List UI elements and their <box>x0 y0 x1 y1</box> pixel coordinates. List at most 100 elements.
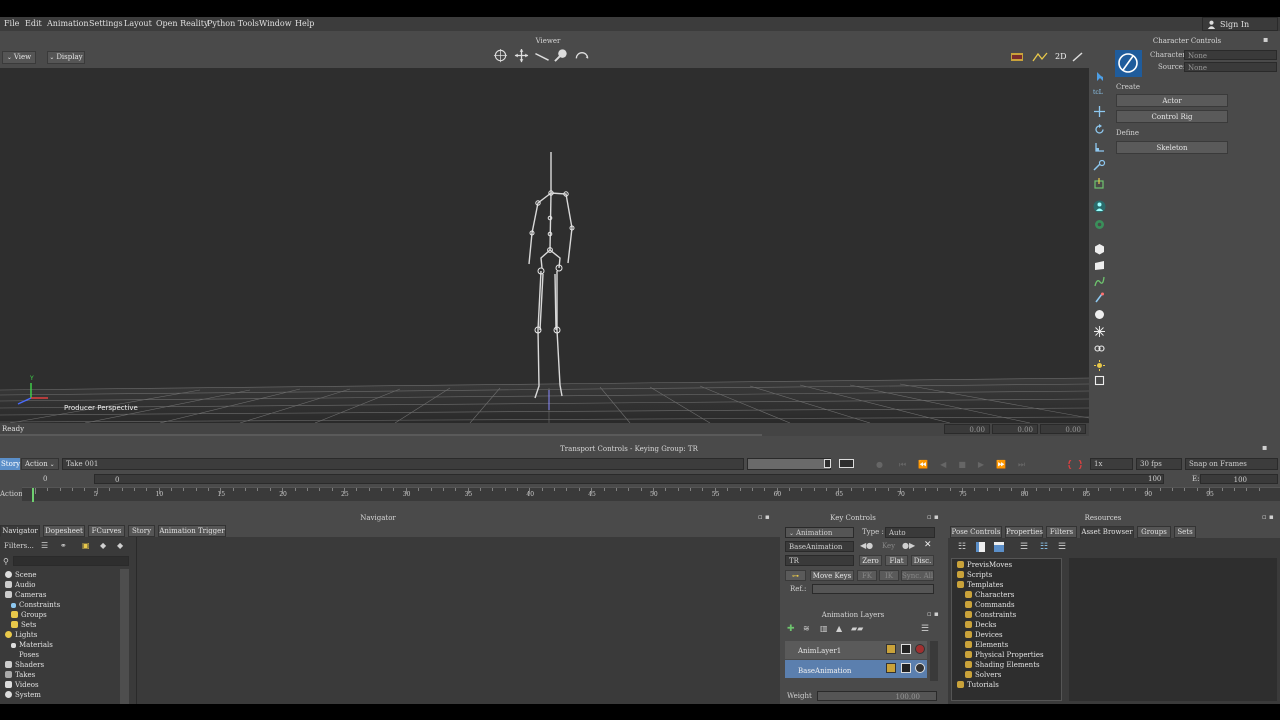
source-select[interactable]: None <box>1184 62 1277 72</box>
resource-decks[interactable]: Decks <box>965 621 997 629</box>
list-view-icon[interactable]: ☰ <box>41 541 48 550</box>
2d-toggle-icon[interactable]: 2D <box>1055 52 1067 61</box>
actor-button[interactable]: Actor <box>1116 94 1228 107</box>
zoom-icon[interactable] <box>554 48 569 63</box>
snap-select[interactable]: Snap on Frames <box>1185 458 1278 470</box>
line-tool-icon[interactable] <box>534 48 550 63</box>
close-icon[interactable]: ▪ <box>1263 35 1268 44</box>
layer-select[interactable]: BaseAnimation <box>785 541 854 552</box>
key-lock-icon[interactable]: ⊶ <box>785 570 806 581</box>
tab-story[interactable]: Story <box>128 525 155 537</box>
navigator-dock-icons[interactable]: ▫ ▪ <box>758 513 770 521</box>
asset-preview-area[interactable] <box>1069 558 1277 701</box>
pin-icon[interactable] <box>1093 160 1106 171</box>
resource-tutorials[interactable]: Tutorials <box>957 681 999 689</box>
resource-scripts[interactable]: Scripts <box>957 571 992 579</box>
list-detail-icon[interactable]: ☰ <box>1020 542 1028 552</box>
tab-pose-controls[interactable]: Pose Controls <box>950 526 1002 538</box>
status-field-3[interactable]: 0.00 <box>1040 424 1086 434</box>
tree-item-poses[interactable]: Poses <box>11 651 39 659</box>
story-mode-tab[interactable]: Story <box>0 458 20 470</box>
animation-dropdown[interactable]: ⌄ Animation <box>785 527 854 538</box>
forward-icon[interactable]: ◆ <box>117 541 123 550</box>
menu-python-tools[interactable]: Python Tools <box>207 19 259 28</box>
display-button[interactable]: ⌄ Display <box>47 51 85 64</box>
character-icon[interactable] <box>1093 200 1106 213</box>
viewport[interactable]: Y Producer Perspective <box>0 68 1089 423</box>
move-icon[interactable] <box>514 48 529 63</box>
take-select[interactable]: Take 001 <box>62 458 744 470</box>
filters-label[interactable]: Filters... <box>4 542 34 550</box>
gear-green-icon[interactable] <box>1093 218 1106 231</box>
status-field-2[interactable]: 0.00 <box>992 424 1038 434</box>
menu-layout[interactable]: Layout <box>124 19 152 28</box>
tree-item-shaders[interactable]: Shaders <box>5 661 44 669</box>
mode-icon-2[interactable] <box>839 459 854 468</box>
sun-light-icon[interactable] <box>1094 360 1105 371</box>
folder-lock-icon[interactable]: ▣ <box>82 541 90 550</box>
cube-icon[interactable] <box>1094 244 1105 255</box>
tree-item-groups[interactable]: Groups <box>11 611 47 619</box>
tab-sets[interactable]: Sets <box>1174 526 1196 538</box>
rotate-icon[interactable] <box>574 48 590 63</box>
sphere-icon[interactable] <box>1094 309 1105 320</box>
zero-button[interactable]: Zero <box>859 555 882 566</box>
resource-templates[interactable]: Templates <box>957 581 1003 589</box>
tab-fcurves[interactable]: FCurves <box>88 525 125 537</box>
flat-button[interactable]: Flat <box>885 555 908 566</box>
end-value[interactable]: 100 <box>1148 475 1161 483</box>
next-key-icon[interactable]: ●▶ <box>902 541 915 550</box>
delete-layer-icon[interactable]: ▥ <box>820 624 828 633</box>
thumbnail-view-icon[interactable]: ☷ <box>1040 542 1048 552</box>
disc-button[interactable]: Disc. <box>911 555 934 566</box>
frame-display[interactable] <box>747 458 831 470</box>
key-controls-dock-icons[interactable]: ▫ ▪ <box>927 513 939 521</box>
timeline-ruler[interactable]: 5 10 15 20 25 30 35 40 45 50 55 60 65 70 75 80 85 90 95 <box>22 487 1280 502</box>
layer-lock-icon[interactable] <box>886 644 896 654</box>
film-icon[interactable] <box>1010 52 1024 62</box>
tree-item-constraints[interactable]: Constraints <box>11 601 60 609</box>
rotate-tool-icon[interactable] <box>1094 124 1105 135</box>
pen-icon[interactable] <box>1072 52 1084 62</box>
orbit-icon[interactable] <box>493 48 508 63</box>
tab-navigator[interactable]: Navigator <box>0 525 40 537</box>
tab-dopesheet[interactable]: Dopesheet <box>43 525 85 537</box>
top-view-icon[interactable] <box>994 542 1004 552</box>
skeleton-button[interactable]: Skeleton <box>1116 141 1228 154</box>
menu-open-reality[interactable]: Open Reality <box>156 19 209 28</box>
tree-item-videos[interactable]: Videos <box>5 681 39 689</box>
resource-commands[interactable]: Commands <box>965 601 1015 609</box>
brush-icon[interactable] <box>1094 292 1105 303</box>
menu-edit[interactable]: Edit <box>25 19 42 28</box>
back-icon[interactable]: ◆ <box>100 541 106 550</box>
tree-item-cameras[interactable]: Cameras <box>5 591 46 599</box>
layer-solo-icon[interactable] <box>901 644 911 654</box>
menu-window[interactable]: Window <box>259 19 292 28</box>
resource-physical-properties[interactable]: Physical Properties <box>965 651 1044 659</box>
navigator-scrollbar[interactable] <box>120 569 129 704</box>
translate-icon[interactable] <box>1094 106 1105 117</box>
view-button[interactable]: ⌄ View <box>2 51 36 64</box>
ik-button[interactable]: IK <box>879 570 899 581</box>
split-view-icon[interactable] <box>976 542 985 552</box>
tab-animation-trigger[interactable]: Animation Trigger <box>158 525 226 537</box>
playback-buttons[interactable]: ⏮⏪◀■▶⏩⏭ <box>899 460 1037 470</box>
character-select[interactable]: None <box>1184 50 1277 60</box>
curve-display-icon[interactable] <box>1032 52 1048 62</box>
move-keys-button[interactable]: Move Keys <box>810 570 854 581</box>
tab-groups[interactable]: Groups <box>1137 526 1171 538</box>
mode-icon-1[interactable] <box>824 459 831 468</box>
select-arrow-icon[interactable] <box>1095 71 1105 82</box>
plane-icon[interactable] <box>1094 260 1105 271</box>
menu-settings[interactable]: Settings <box>89 19 123 28</box>
translate-local-icon[interactable]: tcL <box>1093 89 1103 96</box>
transport-close-icon[interactable]: ▪ <box>1262 443 1267 452</box>
base-solo-icon[interactable] <box>901 663 911 673</box>
add-layer-icon[interactable]: ✚ <box>787 624 795 634</box>
path-icon[interactable] <box>1094 276 1105 287</box>
resource-constraints[interactable]: Constraints <box>965 611 1016 619</box>
e-value-field[interactable]: 100 <box>1200 474 1278 484</box>
tree-item-audio[interactable]: Audio <box>5 581 36 589</box>
resource-previs-moves[interactable]: PrevisMoves <box>957 561 1012 569</box>
resource-solvers[interactable]: Solvers <box>965 671 1001 679</box>
